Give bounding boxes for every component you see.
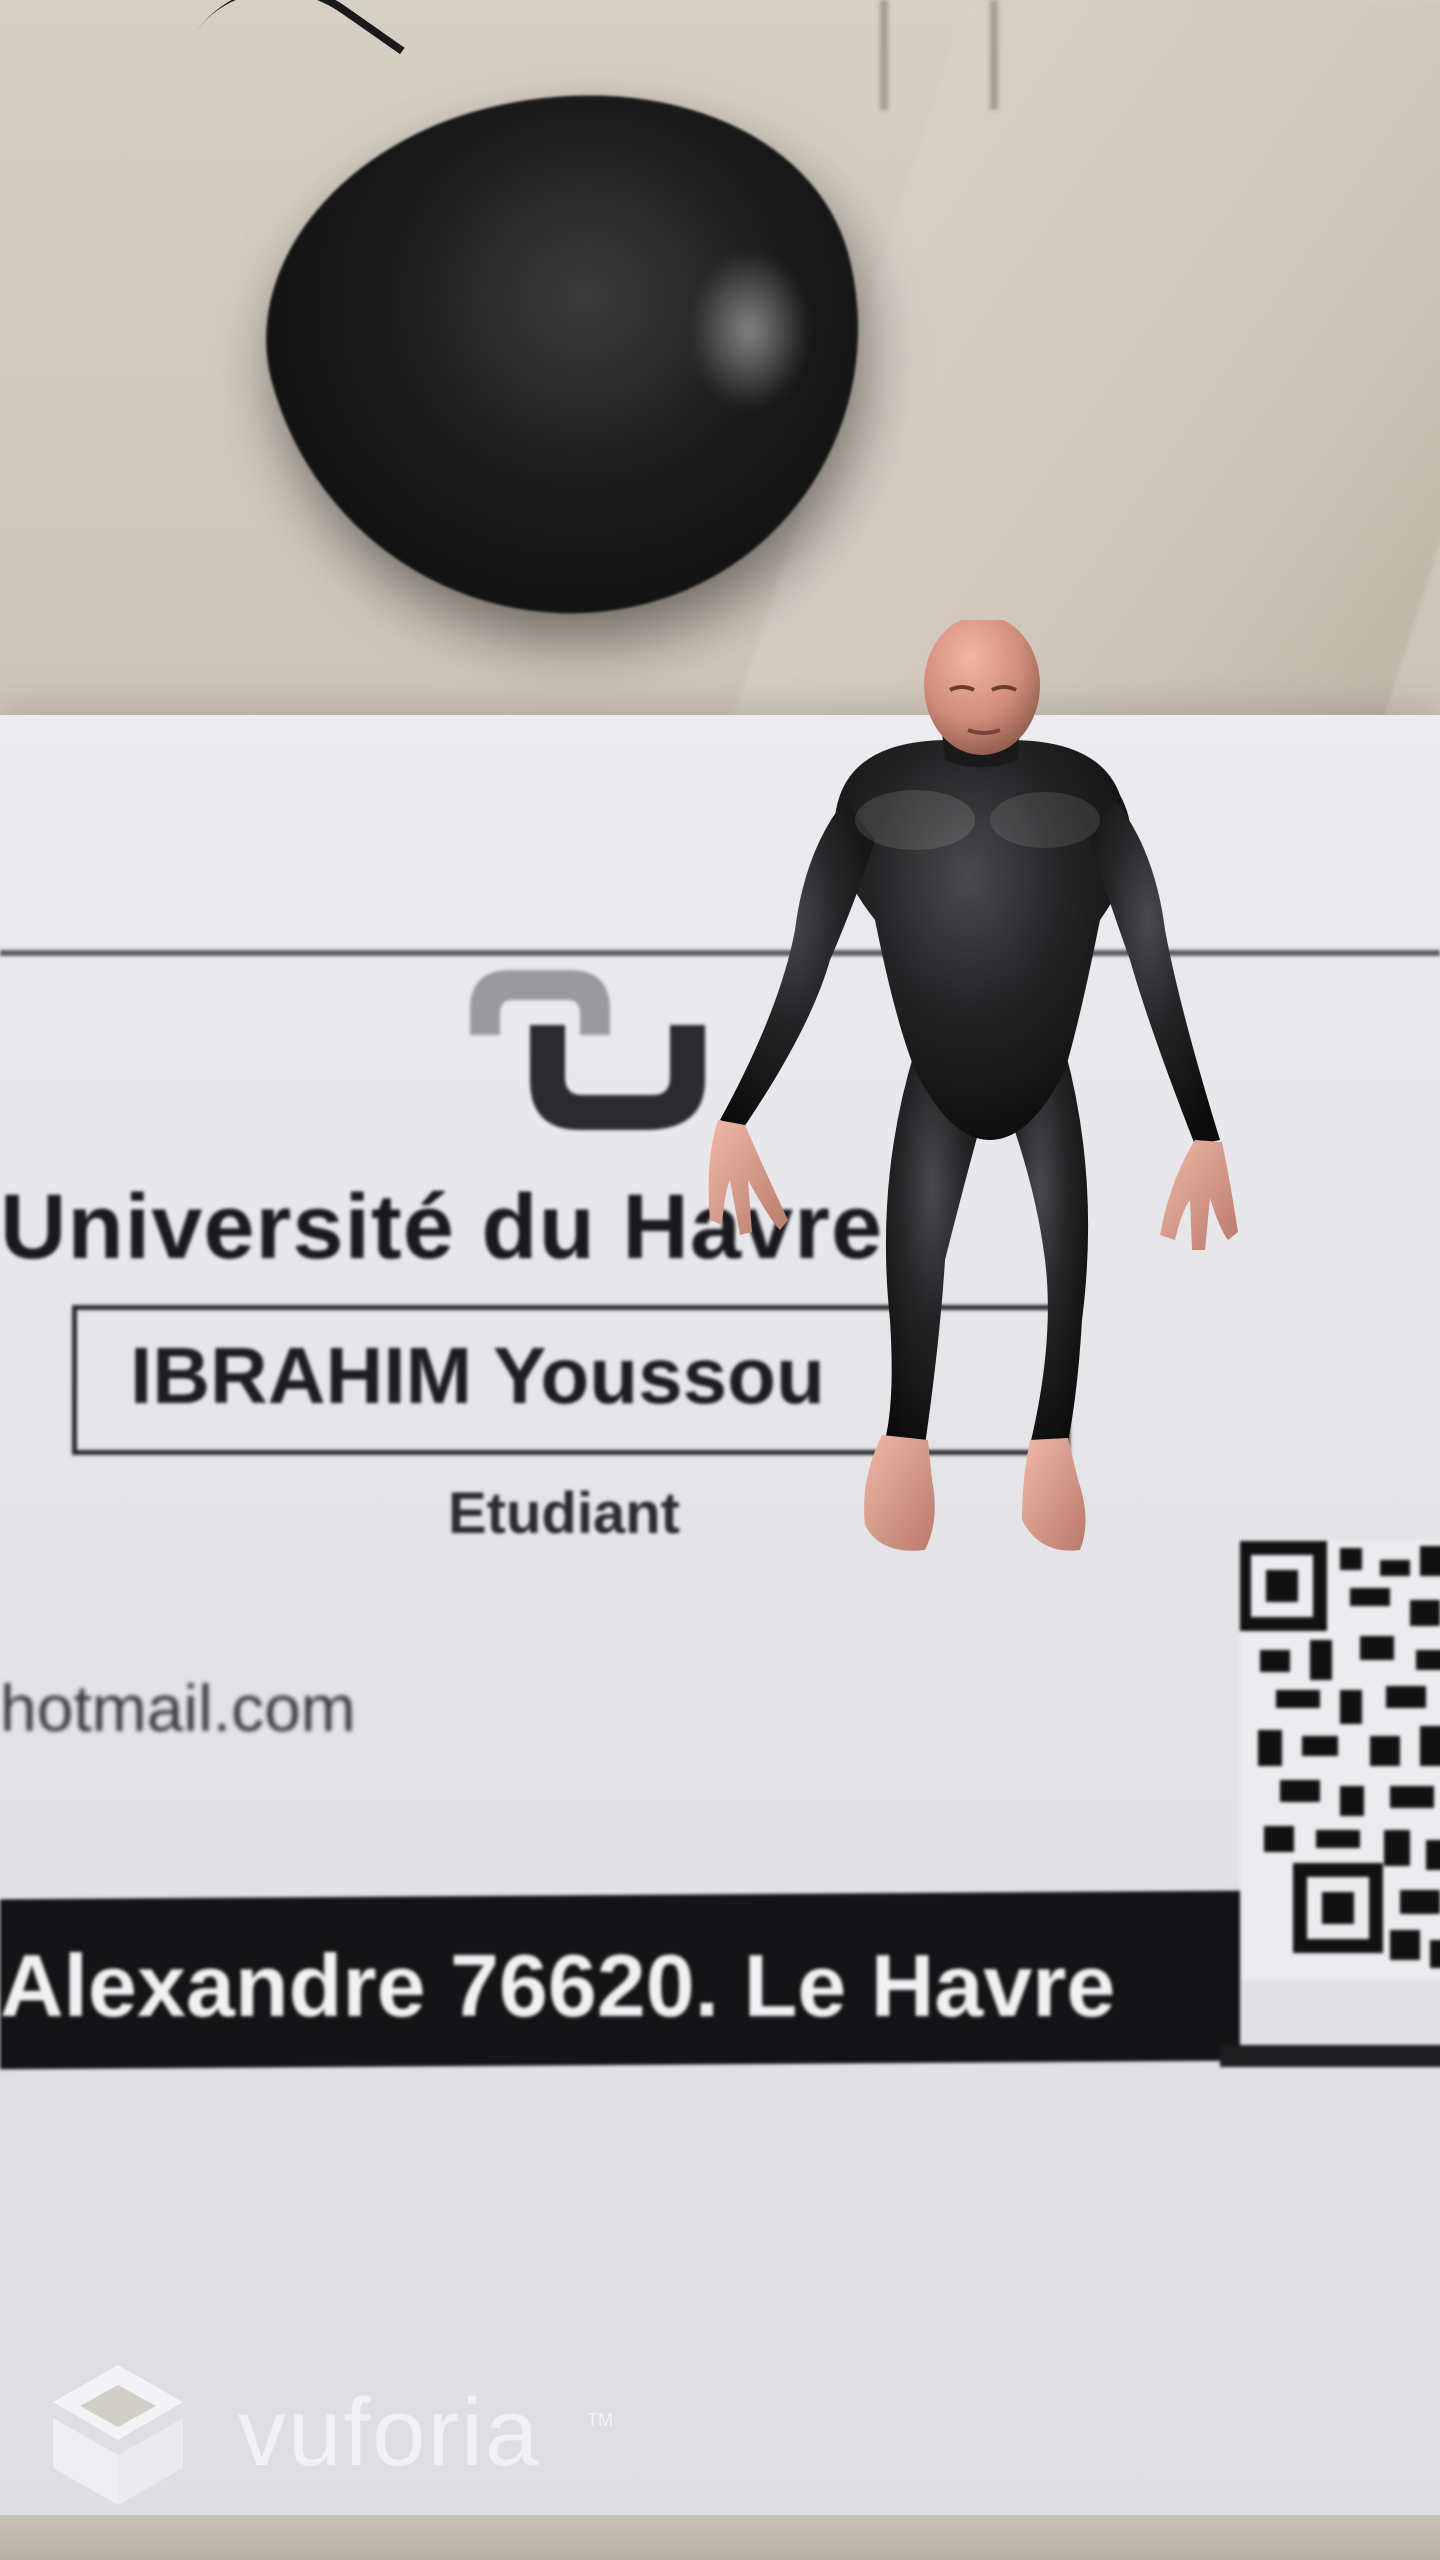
vuforia-cube-icon — [53, 2365, 183, 2505]
qr-code-icon — [1240, 1540, 1440, 1980]
cabinet-seam — [990, 0, 998, 110]
trademark-mark: TM — [587, 2410, 613, 2430]
address-band-tail — [1220, 2045, 1440, 2067]
email-fragment: hotmail.com — [0, 1671, 356, 1745]
desk-bottom-strip — [0, 2515, 1440, 2560]
ar-camera-view: Université du Havre IBRAHIM Youssou Etud… — [0, 0, 1440, 2560]
mouse-highlight — [690, 250, 810, 410]
university-logo-icon — [470, 970, 705, 1130]
cabinet-seam — [880, 0, 888, 110]
address-text: Alexandre 76620. Le Havre — [0, 1936, 1116, 2035]
vuforia-wordmark: vuforia — [238, 2379, 541, 2486]
person-role: Etudiant — [448, 1481, 680, 1546]
ar-3d-character[interactable] — [700, 620, 1260, 1570]
